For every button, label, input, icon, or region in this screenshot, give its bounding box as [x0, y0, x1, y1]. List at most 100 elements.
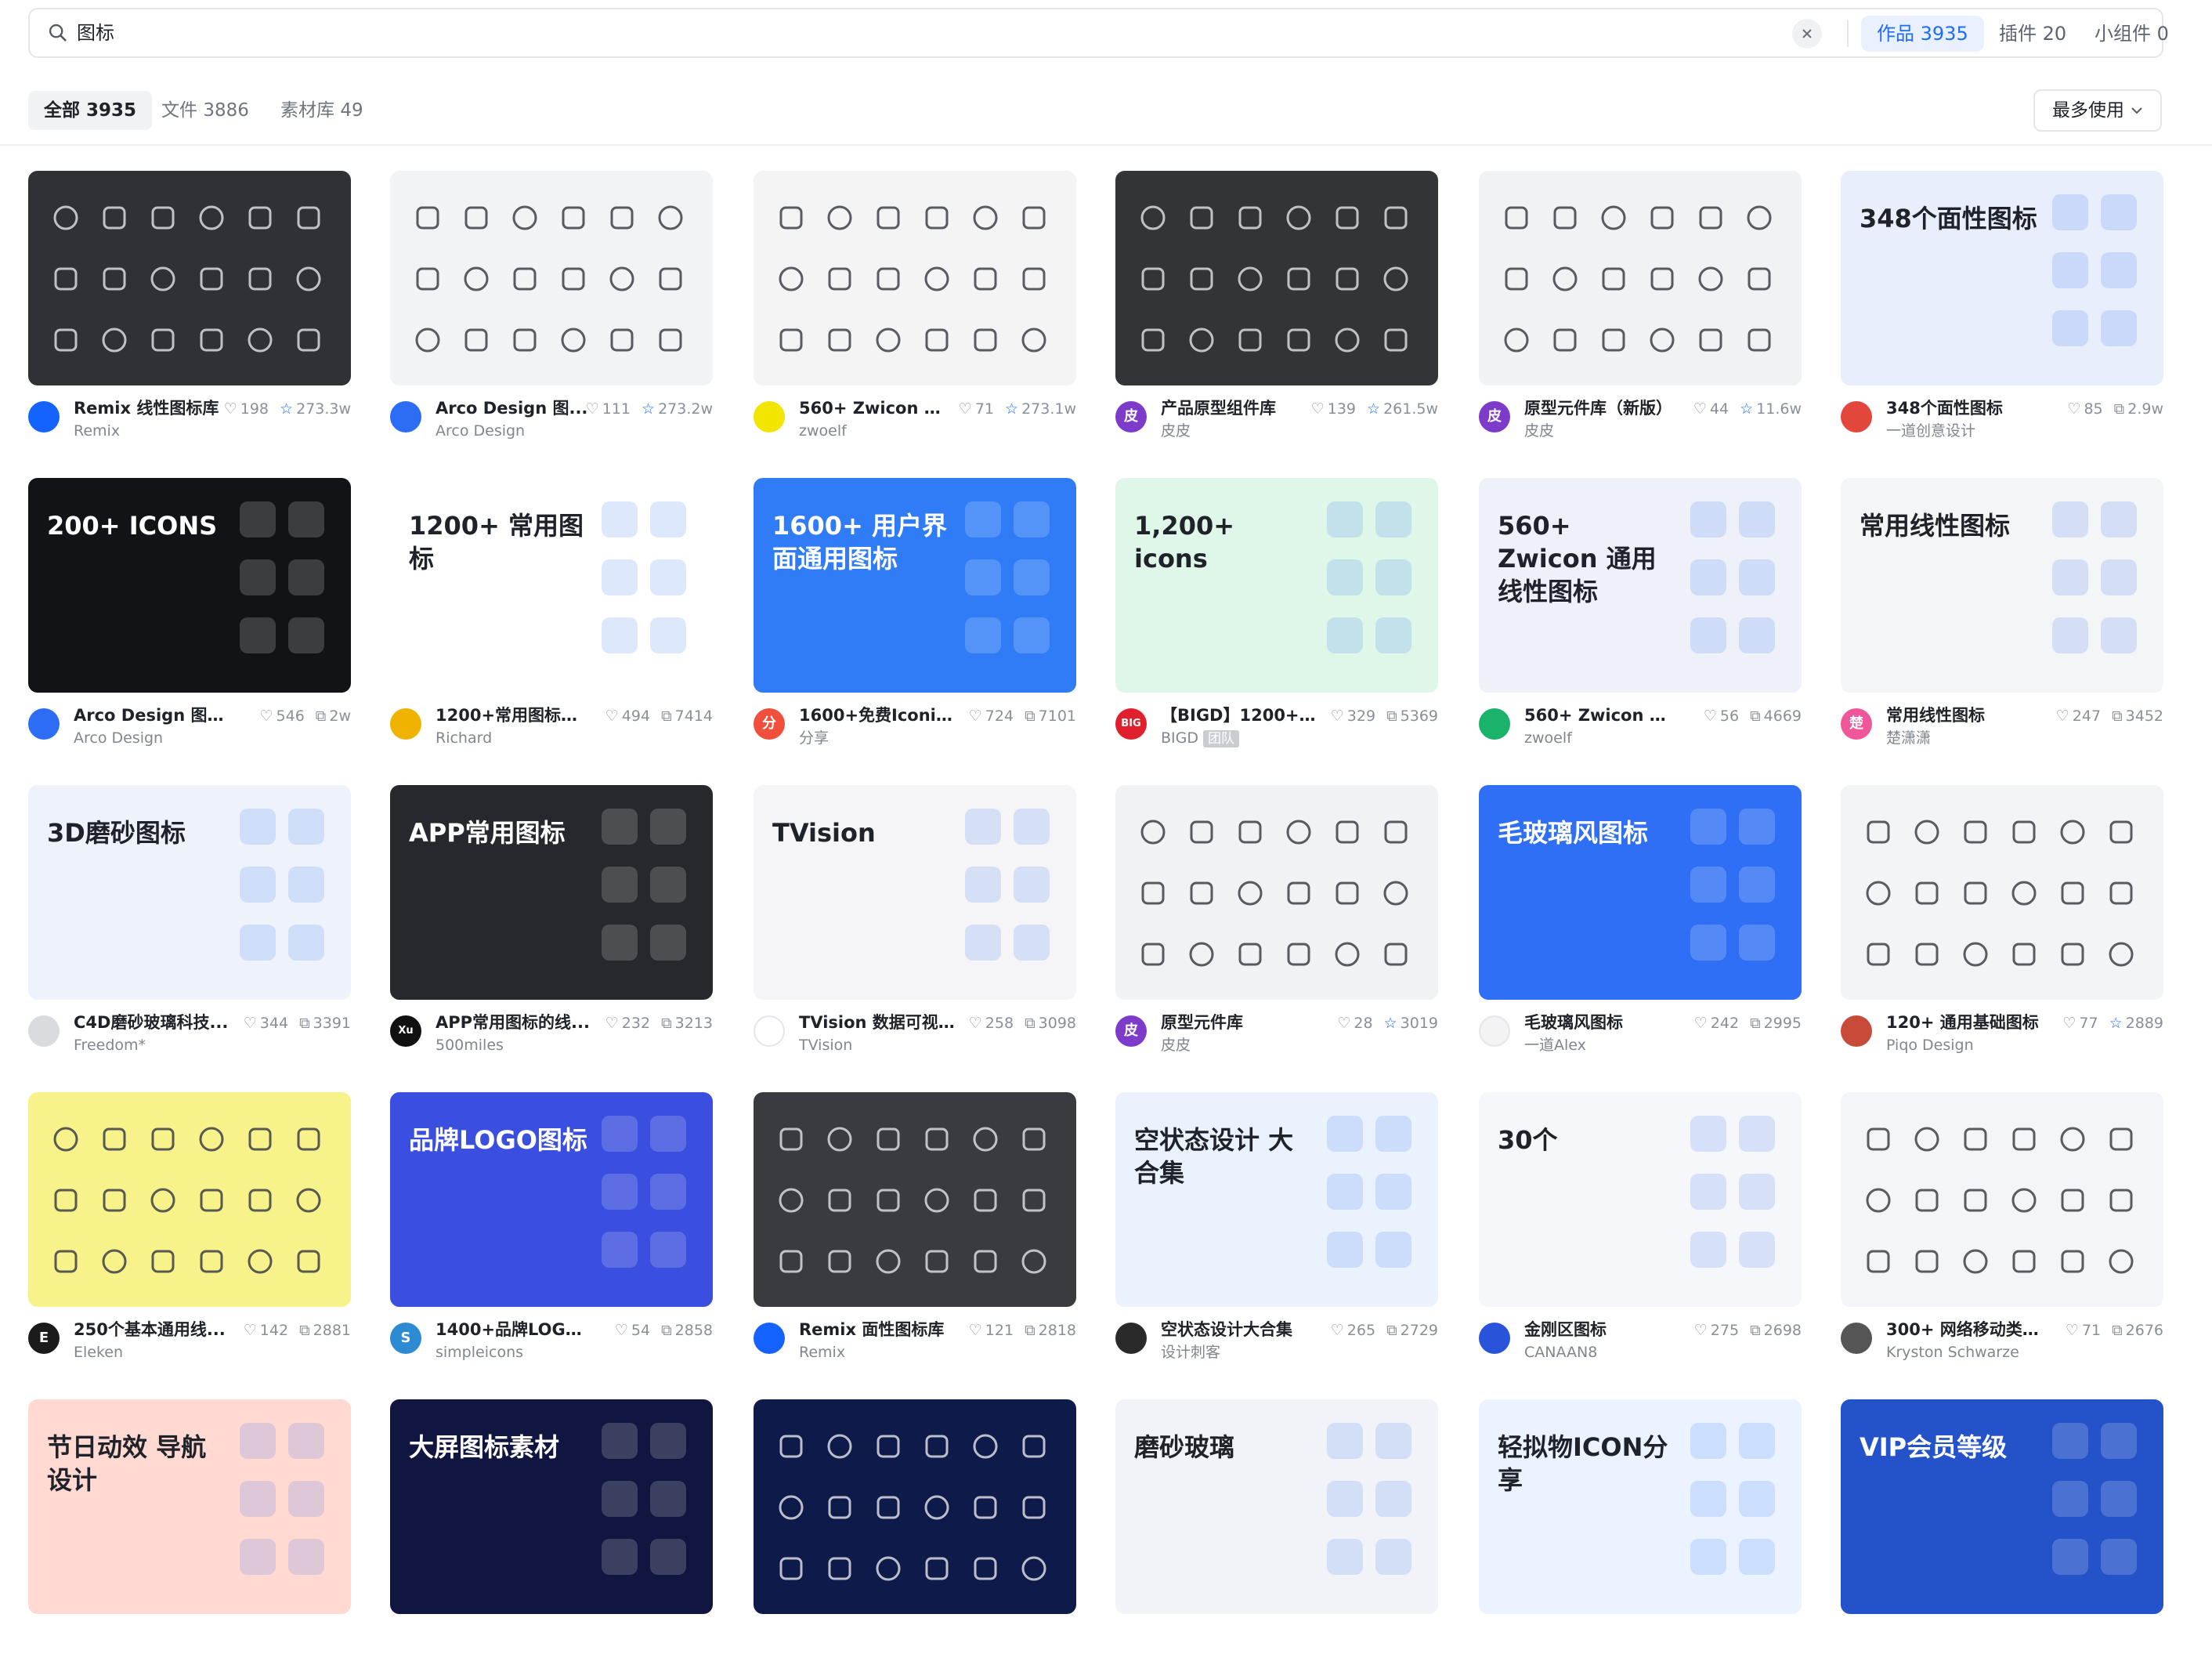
author-name[interactable]: Richard	[436, 729, 492, 747]
card-author[interactable]: Arco Design	[74, 728, 163, 748]
card-thumbnail[interactable]	[390, 171, 713, 385]
author-avatar[interactable]: S	[390, 1323, 421, 1354]
card-thumbnail[interactable]	[754, 1399, 1076, 1614]
author-avatar[interactable]	[754, 1015, 785, 1047]
card-title[interactable]: 原型元件库	[1161, 1011, 1317, 1034]
card-thumbnail[interactable]: 1600+ 用户界面通用图标	[754, 478, 1076, 693]
card-thumbnail[interactable]: 轻拟物ICON分享	[1479, 1399, 1802, 1614]
author-name[interactable]: Kryston Schwarze	[1886, 1344, 2019, 1361]
card-author[interactable]: 500miles	[436, 1035, 504, 1055]
card-author[interactable]: BIGD 团队	[1161, 728, 1239, 748]
scope-tab-plugins[interactable]: 插件 20	[1983, 16, 2082, 52]
asset-card[interactable]: 560+ Zwicon 通... zwoelf ♡ 71 ☆ 273.1w	[754, 171, 1076, 443]
asset-card[interactable]: E 250个基本通用线... Eleken ♡ 142 ⧉ 2881	[28, 1092, 351, 1365]
asset-card[interactable]: 品牌LOGO图标 S 1400+品牌LOGO图标 simpleicons ♡54 ⧉285…	[390, 1092, 713, 1365]
asset-card[interactable]: 空状态设计 大合集 空状态设计大合集 设计刺客 ♡ 265 ⧉ 2729	[1115, 1092, 1438, 1365]
author-name[interactable]: Arco Design	[436, 422, 525, 440]
card-title[interactable]: 原型元件库（新版）	[1524, 396, 1681, 420]
card-author[interactable]: Piqo Design	[1886, 1035, 1974, 1055]
card-thumbnail[interactable]: APP常用图标	[390, 785, 713, 1000]
author-name[interactable]: 皮皮	[1161, 1037, 1191, 1054]
author-name[interactable]: Freedom*	[74, 1037, 146, 1054]
card-thumbnail[interactable]: 200+ ICONS	[28, 478, 351, 693]
author-name[interactable]: 皮皮	[1161, 422, 1191, 440]
filter-files[interactable]: 文件 3886	[146, 91, 265, 130]
author-avatar[interactable]: 皮	[1115, 401, 1147, 432]
card-title[interactable]: 560+ Zwicon 通用...	[1524, 704, 1681, 727]
card-title[interactable]: 250个基本通用线...	[74, 1318, 230, 1341]
card-title[interactable]: Arco Design 图...	[436, 396, 592, 420]
card-thumbnail[interactable]: 3D磨砂图标	[28, 785, 351, 1000]
author-avatar[interactable]	[1841, 1323, 1872, 1354]
search-input[interactable]: 图标	[77, 20, 114, 45]
card-title[interactable]: C4D磨砂玻璃科技...	[74, 1011, 230, 1034]
card-title[interactable]: 560+ Zwicon 通...	[799, 396, 956, 420]
author-avatar[interactable]	[28, 401, 60, 432]
card-author[interactable]: 楚潇潇	[1886, 728, 1931, 748]
asset-card[interactable]	[754, 1399, 1076, 1672]
author-name[interactable]: 皮皮	[1524, 422, 1554, 440]
card-author[interactable]: Freedom*	[74, 1035, 146, 1055]
author-name[interactable]: Eleken	[74, 1344, 123, 1361]
card-author[interactable]: 皮皮	[1161, 1035, 1191, 1055]
card-title[interactable]: Remix 面性图标库	[799, 1318, 956, 1341]
card-title[interactable]: 产品原型组件库	[1161, 396, 1317, 420]
author-avatar[interactable]	[28, 1015, 60, 1047]
asset-card[interactable]: 大屏图标素材	[390, 1399, 713, 1672]
author-name[interactable]: TVision	[799, 1037, 852, 1054]
author-name[interactable]: Remix	[799, 1344, 845, 1361]
card-title[interactable]: 1200+常用图标集 ...	[436, 704, 592, 727]
card-title[interactable]: 120+ 通用基础图标	[1886, 1011, 2043, 1034]
card-thumbnail[interactable]	[1115, 171, 1438, 385]
author-name[interactable]: simpleicons	[436, 1344, 523, 1361]
asset-card[interactable]: 轻拟物ICON分享	[1479, 1399, 1802, 1672]
card-author[interactable]: Kryston Schwarze	[1886, 1342, 2019, 1363]
card-thumbnail[interactable]: 560+ Zwicon 通用线性图标	[1479, 478, 1802, 693]
card-author[interactable]: Richard	[436, 728, 492, 748]
author-avatar[interactable]: 楚	[1841, 708, 1872, 740]
search-bar[interactable]: 图标 作品 3935 插件 20 小组件 0	[28, 8, 2169, 58]
card-author[interactable]: 皮皮	[1161, 421, 1191, 441]
author-name[interactable]: 500miles	[436, 1037, 504, 1054]
card-title[interactable]: Arco Design 图标库	[74, 704, 230, 727]
asset-card[interactable]: 1200+ 常用图标 1200+常用图标集 ... Richard ♡ 494 ⧉ 7414	[390, 478, 713, 751]
card-thumbnail[interactable]: 常用线性图标	[1841, 478, 2163, 693]
card-thumbnail[interactable]: VIP会员等级	[1841, 1399, 2163, 1614]
card-title[interactable]: 1600+免费Iconia...	[799, 704, 956, 727]
card-author[interactable]: 一道Alex	[1524, 1035, 1586, 1055]
author-name[interactable]: CANAAN8	[1524, 1344, 1597, 1361]
card-title[interactable]: 金刚区图标	[1524, 1318, 1681, 1341]
asset-card[interactable]: 560+ Zwicon 通用线性图标 560+ Zwicon 通用... zwoel…	[1479, 478, 1802, 751]
card-title[interactable]: 348个面性图标	[1886, 396, 2043, 420]
card-thumbnail[interactable]: 大屏图标素材	[390, 1399, 713, 1614]
author-avatar[interactable]	[390, 708, 421, 740]
card-author[interactable]: Eleken	[74, 1342, 123, 1363]
card-title[interactable]: TVision 数据可视...	[799, 1011, 956, 1034]
card-thumbnail[interactable]	[1115, 785, 1438, 1000]
card-thumbnail[interactable]	[754, 1092, 1076, 1307]
asset-card[interactable]: 1600+ 用户界面通用图标分 1600+免费Iconia... 分享 ♡ 724 ⧉ 71…	[754, 478, 1076, 751]
author-avatar[interactable]: 皮	[1479, 401, 1510, 432]
card-thumbnail[interactable]	[28, 171, 351, 385]
author-name[interactable]: 一道Alex	[1524, 1037, 1586, 1054]
asset-card[interactable]: 348个面性图标 348个面性图标 一道创意设计 ♡ 85 ⧉ 2.9w	[1841, 171, 2163, 443]
asset-card[interactable]: Remix 面性图标库 Remix ♡ 121 ⧉ 2818	[754, 1092, 1076, 1365]
asset-card[interactable]: TVision TVision 数据可视... TVision ♡ 258 ⧉ 3098	[754, 785, 1076, 1058]
author-avatar[interactable]	[1115, 1323, 1147, 1354]
card-author[interactable]: 设计刺客	[1161, 1342, 1220, 1363]
asset-card[interactable]: 皮原型元件库 皮皮 ♡ 28 ☆ 3019	[1115, 785, 1438, 1058]
sort-dropdown[interactable]: 最多使用	[2033, 89, 2162, 132]
author-name[interactable]: zwoelf	[799, 422, 847, 440]
card-author[interactable]: 皮皮	[1524, 421, 1554, 441]
card-thumbnail[interactable]: 节日动效 导航设计	[28, 1399, 351, 1614]
author-name[interactable]: Arco Design	[74, 729, 163, 747]
card-author[interactable]: zwoelf	[1524, 728, 1572, 748]
card-author[interactable]: 一道创意设计	[1886, 421, 1975, 441]
card-title[interactable]: APP常用图标的线...	[436, 1011, 592, 1034]
clear-search-button[interactable]	[1792, 19, 1822, 49]
card-title[interactable]: 常用线性图标	[1886, 704, 2043, 727]
card-thumbnail[interactable]: 1,200+ icons	[1115, 478, 1438, 693]
author-name[interactable]: Piqo Design	[1886, 1037, 1974, 1054]
asset-card[interactable]: 300+ 网络移动类基... Kryston Schwarze ♡ 71 ⧉ 2676	[1841, 1092, 2163, 1365]
filter-assets[interactable]: 素材库 49	[265, 91, 379, 130]
